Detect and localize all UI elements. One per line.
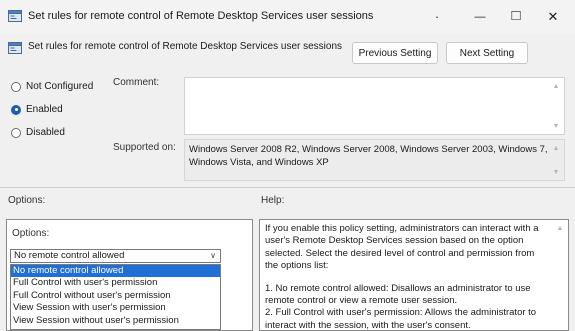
comment-label: Comment:	[113, 77, 160, 88]
policy-title: Set rules for remote control of Remote D…	[28, 41, 343, 52]
radio-disabled[interactable]: Disabled	[11, 127, 65, 138]
help-paragraph: 1. No remote control allowed: Disallows …	[265, 282, 537, 331]
previous-setting-button[interactable]: Previous Setting	[352, 42, 438, 64]
close-button[interactable]: ✕	[540, 7, 566, 27]
title-dot: ·	[434, 9, 440, 24]
help-text: If you enable this policy setting, admin…	[265, 223, 550, 331]
radio-not-configured-circle[interactable]	[11, 81, 21, 92]
policy-settings-icon	[8, 9, 22, 23]
radio-enabled-circle[interactable]	[11, 104, 21, 115]
supported-on-value: Windows Server 2008 R2, Windows Server 2…	[189, 144, 548, 168]
supported-on-box: Windows Server 2008 R2, Windows Server 2…	[184, 139, 565, 181]
supported-scroll-up-icon[interactable]: ▲	[551, 145, 561, 153]
dropdown-option[interactable]: No remote control allowed	[11, 265, 220, 278]
dropdown-option[interactable]: View Session with user's permission	[11, 302, 220, 314]
dropdown-option[interactable]: Full Control with user's permission	[11, 277, 220, 289]
supported-on-label: Supported on:	[113, 142, 176, 153]
help-scroll-up-icon[interactable]: ▲	[555, 225, 565, 233]
help-paragraph: If you enable this policy setting, admin…	[265, 223, 539, 272]
window-title: Set rules for remote control of Remote D…	[28, 10, 374, 22]
radio-disabled-label: Disabled	[26, 127, 65, 138]
remote-control-select-value: No remote control allowed	[14, 250, 125, 261]
chevron-down-icon[interactable]: ∨	[210, 250, 216, 262]
dropdown-option[interactable]: Full Control without user's permission	[11, 290, 220, 302]
radio-disabled-circle[interactable]	[11, 127, 21, 138]
radio-not-configured-label: Not Configured	[26, 81, 94, 92]
dropdown-option[interactable]: View Session without user's permission	[11, 315, 220, 327]
comment-textarea[interactable]: ▲ ▼	[184, 77, 565, 135]
supported-scroll-down-icon[interactable]: ▼	[551, 169, 561, 177]
comment-scroll-down-icon[interactable]: ▼	[551, 123, 561, 131]
next-setting-button[interactable]: Next Setting	[446, 42, 528, 64]
comment-scroll-up-icon[interactable]: ▲	[551, 83, 561, 91]
maximize-button[interactable]: □	[503, 6, 529, 26]
help-section-label: Help:	[261, 195, 285, 206]
minimize-button[interactable]: —	[467, 7, 493, 27]
section-divider	[0, 187, 575, 188]
radio-enabled-label: Enabled	[26, 104, 63, 115]
remote-control-dropdown[interactable]: No remote control allowed Full Control w…	[10, 264, 221, 330]
radio-not-configured[interactable]: Not Configured	[11, 81, 93, 92]
header-policy-icon	[8, 41, 22, 55]
options-section-label: Options:	[8, 195, 46, 206]
options-panel-label: Options:	[12, 228, 50, 239]
radio-enabled[interactable]: Enabled	[11, 104, 63, 115]
remote-control-select[interactable]: No remote control allowed ∨	[10, 249, 221, 263]
help-panel: If you enable this policy setting, admin…	[259, 219, 569, 331]
